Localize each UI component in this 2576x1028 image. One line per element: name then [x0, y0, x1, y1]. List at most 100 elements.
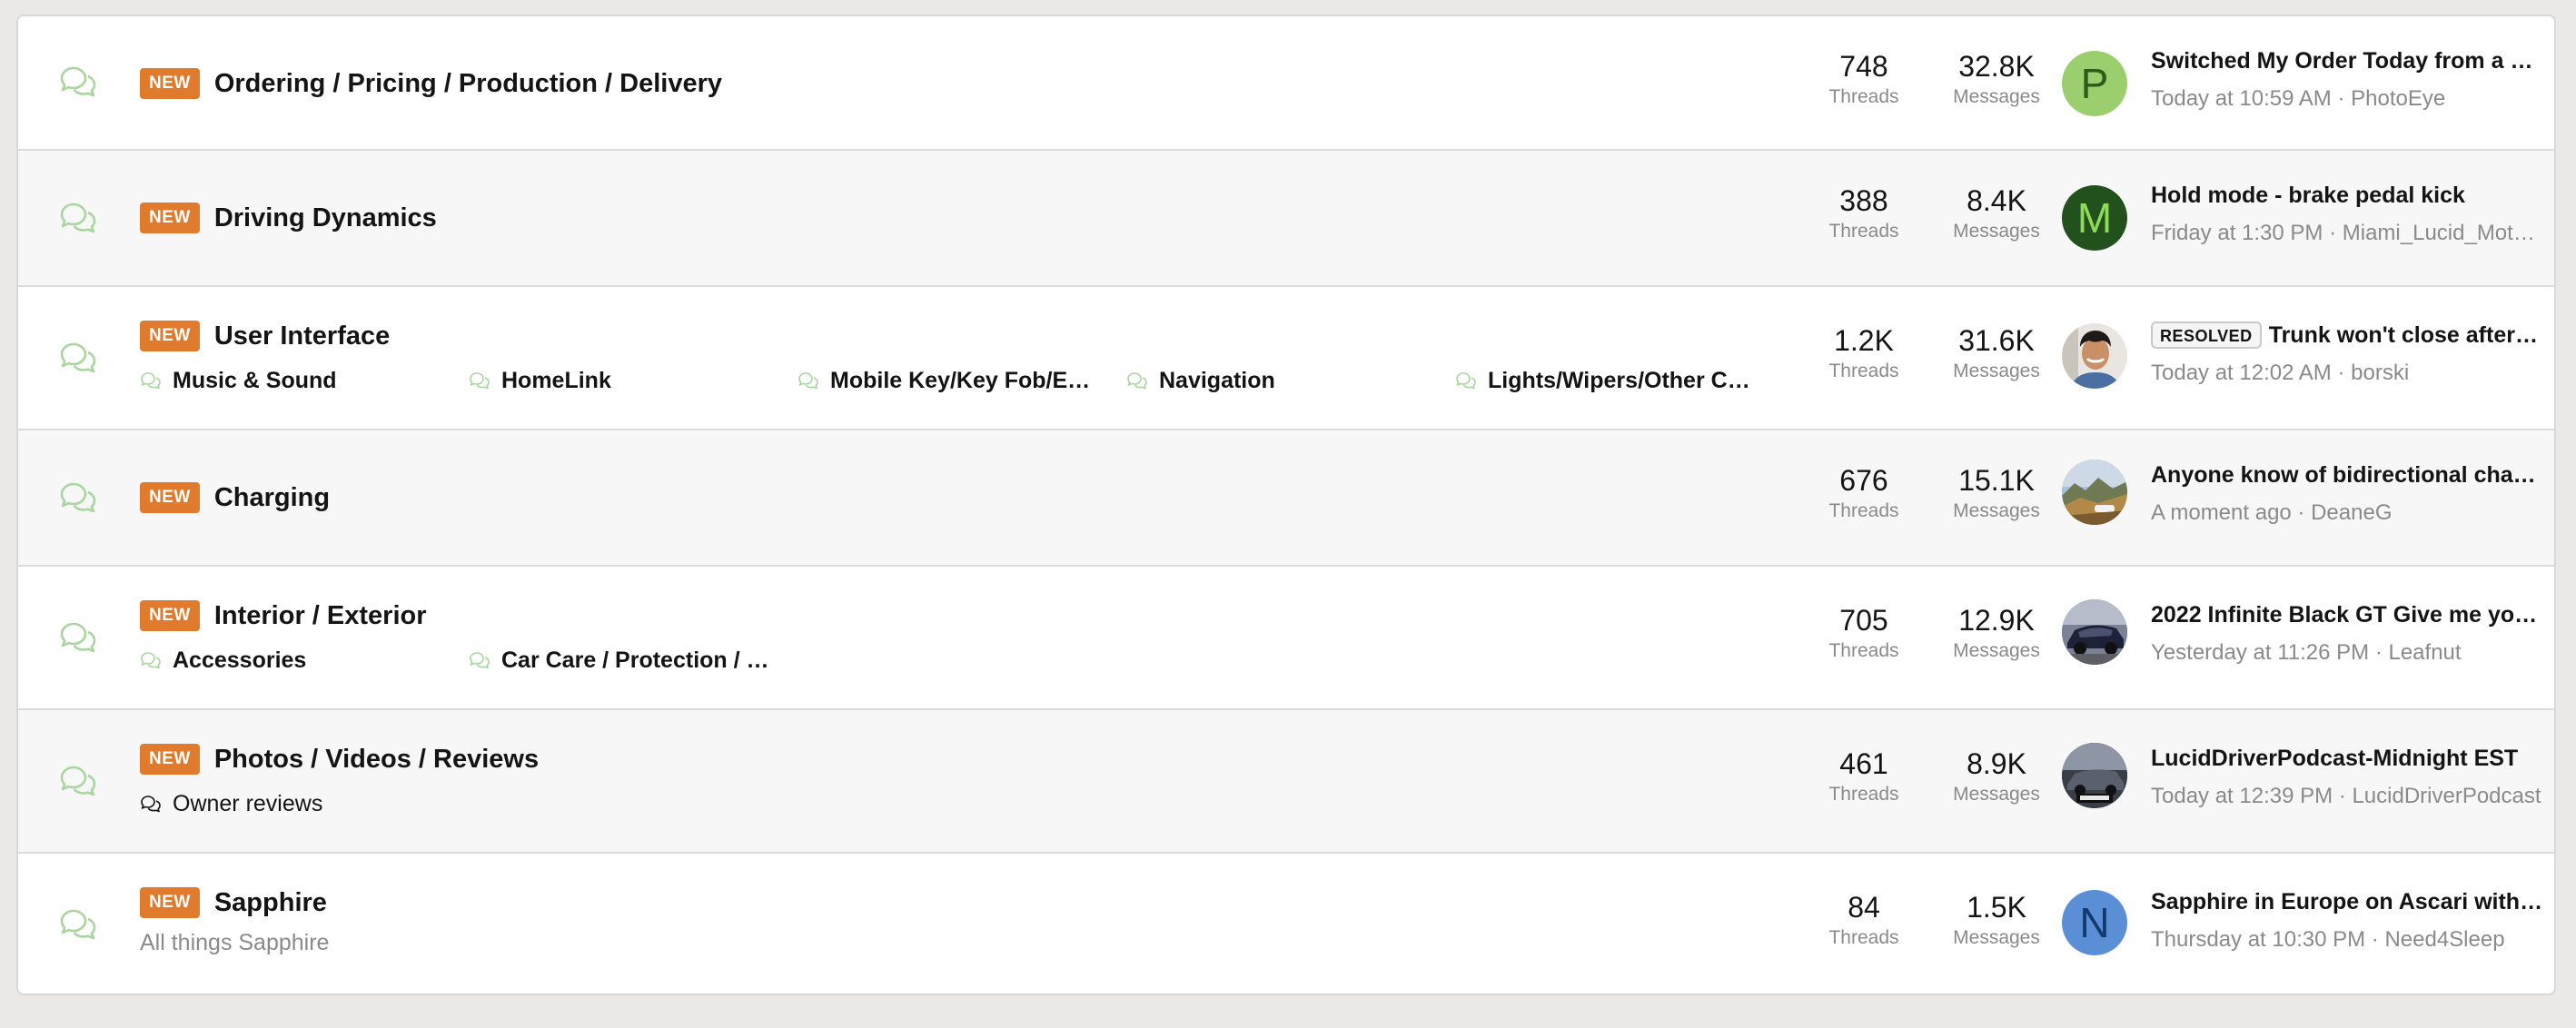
subforum-link[interactable]: Music & Sound [140, 365, 337, 396]
threads-stat: 1.2K Threads [1800, 323, 1927, 383]
avatar-person-photo[interactable] [2062, 323, 2127, 389]
latest-username[interactable]: borski [2351, 361, 2409, 385]
latest-meta: Yesterday at 11:26 PM · Leafnut [2151, 639, 2543, 667]
subforum-link[interactable]: Mobile Key/Key Fob/Entry [798, 365, 1101, 396]
threads-label: Threads [1828, 86, 1899, 107]
latest-thread-link[interactable]: Switched My Order Today from a Pure to T… [2151, 45, 2543, 76]
latest-meta: A moment ago · DeaneG [2151, 499, 2543, 527]
subforum-label: Lights/Wipers/Other Controls [1488, 367, 1759, 393]
threads-count: 1.2K [1834, 324, 1894, 357]
meta-separator: · [2331, 361, 2352, 385]
subforum-unread-icon [798, 371, 819, 390]
forum-unread-icon[interactable] [58, 200, 98, 236]
subforum-label: Music & Sound [173, 367, 337, 393]
avatar[interactable]: M [2062, 185, 2127, 251]
latest-date[interactable]: Yesterday at 11:26 PM [2151, 640, 2369, 665]
forum-main: NEW Interior / Exterior [140, 598, 427, 634]
subforum-label: Owner reviews [173, 790, 323, 816]
forum-unread-icon[interactable] [58, 340, 98, 376]
forum-row-driving-dynamics: NEW Driving Dynamics 388 Threads 8.4K Me… [18, 151, 2554, 287]
messages-label: Messages [1953, 500, 2040, 521]
latest-thread-link[interactable]: LucidDriverPodcast-Midnight EST [2151, 743, 2518, 774]
forum-title-link[interactable]: User Interface [214, 321, 390, 351]
subforum-list: Owner reviews [140, 788, 503, 819]
latest-username[interactable]: DeaneG [2311, 500, 2392, 525]
latest-thread-link[interactable]: 2022 Infinite Black GT Give me your thou… [2151, 599, 2543, 630]
threads-count: 748 [1839, 50, 1888, 83]
subforum-link[interactable]: Accessories [140, 645, 306, 676]
latest-thread-link[interactable]: Hold mode - brake pedal kick [2151, 180, 2465, 211]
latest-thread-link[interactable]: Sapphire in Europe on Ascari with Lucid [2151, 886, 2543, 917]
latest-post: Hold mode - brake pedal kick Friday at 1… [2151, 180, 2543, 247]
messages-stat: 8.4K Messages [1933, 183, 2060, 243]
latest-username[interactable]: Need4Sleep [2384, 927, 2504, 952]
forum-row-ordering: NEW Ordering / Pricing / Production / De… [18, 16, 2554, 151]
messages-stat: 8.9K Messages [1933, 746, 2060, 806]
subforum-read-icon [140, 794, 162, 814]
forum-title-link[interactable]: Ordering / Pricing / Production / Delive… [214, 69, 722, 99]
forum-node-list: NEW Ordering / Pricing / Production / De… [16, 15, 2556, 995]
forum-unread-icon[interactable] [58, 763, 98, 799]
latest-thread-link[interactable]: Anyone know of bidirectional charging pl… [2151, 460, 2543, 490]
latest-username[interactable]: LucidDriverPodcast [2352, 784, 2541, 808]
messages-count: 15.1K [1958, 464, 2035, 497]
subforum-link[interactable]: Car Care / Protection / Detailing [469, 645, 772, 676]
messages-stat: 32.8K Messages [1933, 49, 2060, 109]
meta-separator: · [2333, 784, 2353, 808]
forum-title-link[interactable]: Interior / Exterior [214, 601, 427, 631]
subforum-label: Accessories [173, 647, 307, 673]
avatar-landscape-photo[interactable] [2062, 460, 2127, 525]
avatar-car-photo[interactable] [2062, 599, 2127, 665]
subforum-link[interactable]: Lights/Wipers/Other Controls [1455, 365, 1759, 396]
latest-post: RESOLVEDTrunk won't close after opening … [2151, 320, 2543, 387]
subforum-link[interactable]: Owner reviews [140, 788, 322, 819]
latest-date[interactable]: Today at 12:02 AM [2151, 361, 2332, 385]
avatar-letter: P [2080, 60, 2109, 107]
latest-post: Switched My Order Today from a Pure to T… [2151, 45, 2543, 113]
latest-date[interactable]: A moment ago [2151, 500, 2292, 525]
forum-row-sapphire: NEW Sapphire All things Sapphire 84 Thre… [18, 854, 2554, 993]
latest-date[interactable]: Friday at 1:30 PM [2151, 221, 2323, 245]
threads-stat: 388 Threads [1800, 183, 1927, 243]
messages-label: Messages [1953, 221, 2040, 242]
latest-username[interactable]: PhotoEye [2351, 86, 2445, 111]
messages-count: 31.6K [1958, 324, 2035, 357]
threads-stat: 461 Threads [1800, 746, 1927, 806]
latest-date[interactable]: Today at 10:59 AM [2151, 86, 2332, 111]
avatar-podcast-photo[interactable] [2062, 743, 2127, 808]
forum-main: NEW Photos / Videos / Reviews [140, 741, 539, 777]
latest-username[interactable]: Miami_Lucid_Motors [2343, 221, 2543, 245]
latest-thread-link[interactable]: Trunk won't close after opening [2269, 320, 2543, 351]
threads-count: 461 [1839, 747, 1888, 780]
avatar-letter: N [2079, 899, 2110, 946]
latest-date[interactable]: Today at 12:39 PM [2151, 784, 2333, 808]
forum-main: NEW Charging [140, 479, 330, 516]
forum-unread-icon[interactable] [58, 906, 98, 943]
forum-title-link[interactable]: Driving Dynamics [214, 203, 437, 233]
subforum-link[interactable]: Navigation [1126, 365, 1275, 396]
avatar[interactable]: N [2062, 890, 2127, 955]
podcast-photo-icon [2062, 743, 2127, 808]
forum-unread-icon[interactable] [58, 64, 98, 100]
subforum-link[interactable]: HomeLink [469, 365, 611, 396]
avatar[interactable]: P [2062, 51, 2127, 116]
forum-title-link[interactable]: Charging [214, 483, 330, 513]
subforum-unread-icon [1126, 371, 1148, 390]
forum-unread-icon[interactable] [58, 619, 98, 656]
messages-label: Messages [1953, 361, 2040, 381]
messages-stat: 15.1K Messages [1933, 463, 2060, 523]
messages-stat: 31.6K Messages [1933, 323, 2060, 383]
messages-count: 12.9K [1958, 604, 2035, 637]
forum-row-photos-videos-reviews: NEW Photos / Videos / Reviews Owner revi… [18, 710, 2554, 854]
subforum-unread-icon [140, 371, 162, 390]
latest-post: Sapphire in Europe on Ascari with Lucid … [2151, 886, 2543, 954]
threads-label: Threads [1828, 500, 1899, 521]
forum-title-link[interactable]: Photos / Videos / Reviews [214, 745, 539, 775]
forum-unread-icon[interactable] [58, 479, 98, 516]
messages-count: 8.4K [1967, 184, 2026, 217]
latest-date[interactable]: Thursday at 10:30 PM [2151, 927, 2365, 952]
resolved-prefix-label: RESOLVED [2151, 321, 2262, 349]
forum-title-link[interactable]: Sapphire [214, 888, 327, 918]
subforum-unread-icon [469, 650, 490, 670]
latest-username[interactable]: Leafnut [2388, 640, 2461, 665]
